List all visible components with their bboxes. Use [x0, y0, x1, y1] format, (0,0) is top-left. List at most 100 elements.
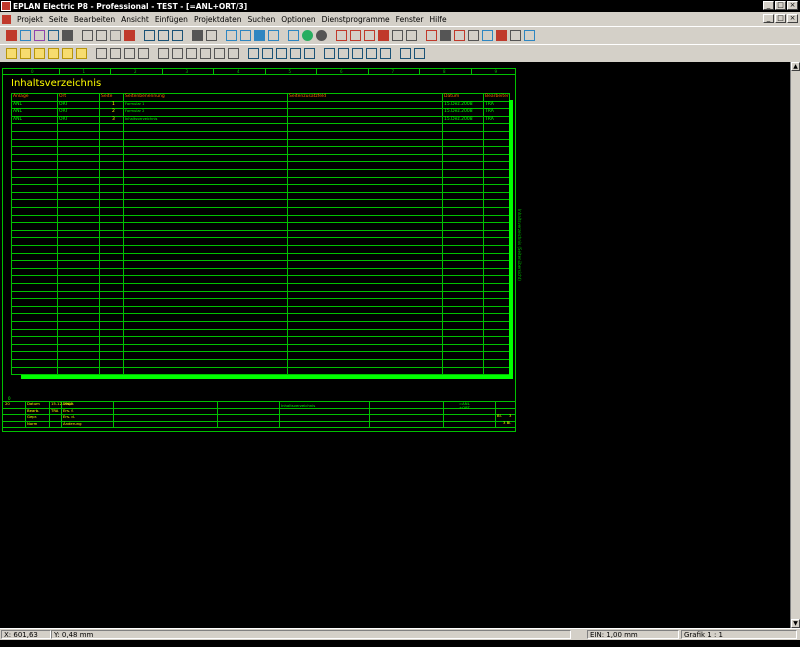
menu-bearbeiten[interactable]: Bearbeiten — [71, 15, 118, 24]
page-new-icon[interactable] — [6, 48, 17, 59]
close-button[interactable]: × — [787, 1, 798, 10]
insert-text-icon[interactable] — [124, 48, 135, 59]
snap-icon[interactable] — [350, 30, 361, 41]
menu-optionen[interactable]: Optionen — [278, 15, 318, 24]
menu-ansicht[interactable]: Ansicht — [118, 15, 152, 24]
zoom-in-icon[interactable] — [240, 30, 251, 41]
layer-icon[interactable] — [406, 30, 417, 41]
drawing-canvas[interactable]: 0123456789 Inhaltsverzeichnis Anlage Ort S… — [0, 62, 790, 628]
toolbar-standard — [0, 26, 800, 44]
table-header-cell: Bearbeiter — [485, 94, 509, 99]
connect-icon[interactable] — [364, 30, 375, 41]
menu-dienstprogramme[interactable]: Dienstprogramme — [319, 15, 393, 24]
cross-icon[interactable] — [426, 30, 437, 41]
table-row-line — [11, 237, 509, 239]
macro-icon[interactable] — [392, 30, 403, 41]
table-column-line — [99, 93, 100, 375]
insert-polyline-icon[interactable] — [214, 48, 225, 59]
cable-def-icon[interactable] — [366, 48, 377, 59]
redo2-icon[interactable] — [172, 30, 183, 41]
menu-projektdaten[interactable]: Projektdaten — [191, 15, 245, 24]
page-copy-icon[interactable] — [34, 48, 45, 59]
menu-hilfe[interactable]: Hilfe — [427, 15, 450, 24]
menu-projekt[interactable]: Projekt — [14, 15, 46, 24]
scroll-down-icon[interactable]: ▼ — [791, 619, 800, 628]
doc-minimize-button[interactable]: _ — [763, 14, 774, 23]
vertical-scrollbar[interactable]: ▲ ▼ — [790, 62, 800, 628]
connection-angle-icon[interactable] — [248, 48, 259, 59]
insert-rect-icon[interactable] — [172, 48, 183, 59]
grid-icon[interactable] — [336, 30, 347, 41]
doc-close-button[interactable]: × — [787, 14, 798, 23]
table-cell: TRA — [485, 101, 494, 107]
insert-dimension-icon[interactable] — [228, 48, 239, 59]
copy-icon[interactable] — [96, 30, 107, 41]
paste-icon[interactable] — [110, 30, 121, 41]
forward-icon[interactable] — [316, 30, 327, 41]
print-icon[interactable] — [62, 30, 73, 41]
insert-symbol-icon[interactable] — [96, 48, 107, 59]
menu-seite[interactable]: Seite — [46, 15, 71, 24]
maximize-button[interactable]: □ — [775, 1, 786, 10]
page-delete-icon[interactable] — [62, 48, 73, 59]
table-row-line — [11, 191, 509, 193]
insert-circle-icon[interactable] — [186, 48, 197, 59]
new-project-icon[interactable] — [6, 30, 17, 41]
menu-fenster[interactable]: Fenster — [393, 15, 427, 24]
connection-t-icon[interactable] — [262, 48, 273, 59]
interruption-icon[interactable] — [290, 48, 301, 59]
pin-icon[interactable] — [482, 30, 493, 41]
menu-suchen[interactable]: Suchen — [244, 15, 278, 24]
device-icon[interactable] — [496, 30, 507, 41]
net-icon[interactable] — [378, 30, 389, 41]
table-cell: TRA — [485, 116, 494, 122]
line-arrow-icon[interactable] — [400, 48, 411, 59]
insert-image-icon[interactable] — [138, 48, 149, 59]
insert-device-icon[interactable] — [110, 48, 121, 59]
undo-icon[interactable] — [144, 30, 155, 41]
zoom-window-icon[interactable] — [268, 30, 279, 41]
ruler-number: 4 — [237, 69, 240, 74]
back-icon[interactable] — [302, 30, 313, 41]
close-project-icon[interactable] — [34, 30, 45, 41]
save-icon[interactable] — [48, 30, 59, 41]
minimize-button[interactable]: _ — [763, 1, 774, 10]
menu-einfuegen[interactable]: Einfügen — [152, 15, 191, 24]
insert-arc-icon[interactable] — [200, 48, 211, 59]
cable-icon[interactable] — [468, 30, 479, 41]
toc-table: Anlage Ort Seite Seitenbenennung Seitenzusat… — [11, 93, 510, 376]
line-diag-icon[interactable] — [414, 48, 425, 59]
titleblock-label: Datum — [27, 401, 40, 406]
plug-icon[interactable] — [338, 48, 349, 59]
doc-restore-button[interactable]: □ — [775, 14, 786, 23]
cut-icon[interactable] — [82, 30, 93, 41]
wire-icon[interactable] — [510, 30, 521, 41]
redo-icon[interactable] — [158, 30, 169, 41]
connection-cross-icon[interactable] — [276, 48, 287, 59]
page-open-icon[interactable] — [20, 48, 31, 59]
open-project-icon[interactable] — [20, 30, 31, 41]
table-row-line — [11, 161, 509, 163]
zoom-all-icon[interactable] — [288, 30, 299, 41]
page-move-icon[interactable] — [48, 48, 59, 59]
titleblock-line — [3, 414, 515, 415]
jumper-icon[interactable] — [304, 48, 315, 59]
graphic-icon[interactable] — [226, 30, 237, 41]
shield-icon[interactable] — [380, 48, 391, 59]
potential-icon[interactable] — [352, 48, 363, 59]
ruler-tick — [470, 69, 472, 74]
terminal-icon[interactable] — [454, 30, 465, 41]
terminal-strip-icon[interactable] — [324, 48, 335, 59]
delete-icon[interactable] — [124, 30, 135, 41]
insert-line-icon[interactable] — [158, 48, 169, 59]
page-properties-icon[interactable] — [76, 48, 87, 59]
titleblock-line — [3, 401, 515, 402]
scroll-up-icon[interactable]: ▲ — [791, 62, 800, 71]
zoom-out-icon[interactable] — [254, 30, 265, 41]
app-icon[interactable] — [1, 1, 11, 11]
check-icon[interactable] — [192, 30, 203, 41]
document-icon[interactable] — [2, 14, 11, 24]
plc-icon[interactable] — [440, 30, 451, 41]
properties-icon[interactable] — [206, 30, 217, 41]
component-icon[interactable] — [524, 30, 535, 41]
